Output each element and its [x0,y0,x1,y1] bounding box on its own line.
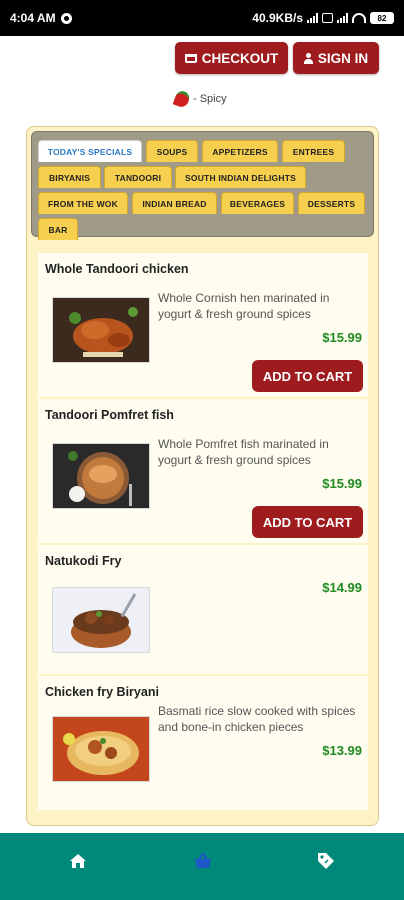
home-icon[interactable] [68,851,88,871]
status-time: 4:04 AM [10,11,56,25]
signal-icon [307,13,318,23]
battery-level: 82 [377,13,387,23]
tab-soups[interactable]: SOUPS [146,140,198,162]
signal-strength-icon [337,13,348,23]
menu-item-list: Whole Tandoori chicken Whole Cornish hen… [38,253,368,812]
tab-tandoori[interactable]: TANDOORI [104,166,172,188]
network-speed: 40.9KB/s [252,11,303,25]
pomfret-fish-image [52,443,150,509]
menu-item: Tandoori Pomfret fish Whole Pomfret fish… [38,399,368,545]
checkout-button[interactable]: CHECKOUT [175,42,288,74]
category-tabs: TODAY'S SPECIALS SOUPS APPETIZERS ENTREE… [31,131,374,240]
user-icon [303,52,313,64]
tandoori-chicken-image [52,297,150,363]
menu-item: Chicken fry Biryani Basmati rice slow co… [38,676,368,812]
tab-appetizers[interactable]: APPETIZERS [202,140,278,162]
tab-entrees[interactable]: ENTREES [282,140,345,162]
status-bar: 4:04 AM 40.9KB/s 82 [0,0,404,36]
item-price: $14.99 [322,580,362,595]
item-price: $13.99 [322,743,362,758]
tab-biryanis[interactable]: BIRYANIS [38,166,101,188]
menu-panel: TODAY'S SPECIALS SOUPS APPETIZERS ENTREE… [26,126,379,826]
tab-from-the-wok[interactable]: FROM THE WOK [38,192,128,214]
chicken-biryani-image [52,716,150,782]
add-to-cart-button[interactable]: ADD TO CART [252,506,363,538]
battery-icon: 82 [370,12,394,24]
tab-indian-bread[interactable]: INDIAN BREAD [132,192,217,214]
item-name: Natukodi Fry [45,554,122,568]
tab-bar[interactable]: BAR [38,218,78,240]
item-price: $15.99 [322,476,362,491]
tag-icon[interactable] [316,851,336,871]
menu-item: Natukodi Fry $14.99 [38,545,368,676]
tab-desserts[interactable]: DESSERTS [298,192,365,214]
cart-icon [184,53,197,63]
natukodi-fry-image [52,587,150,653]
volte-icon [322,13,333,23]
tab-beverages[interactable]: BEVERAGES [221,192,294,214]
item-name: Chicken fry Biryani [45,685,159,699]
item-description: Whole Pomfret fish marinated in yogurt &… [158,437,329,467]
settings-gear-icon [60,12,72,24]
sign-in-label: SIGN IN [317,50,369,66]
chili-pepper-icon [172,89,192,109]
basket-icon[interactable] [193,851,213,871]
menu-item: Whole Tandoori chicken Whole Cornish hen… [38,253,368,399]
item-name: Tandoori Pomfret fish [45,408,174,422]
item-description: Basmati rice slow cooked with spices and… [158,704,356,734]
checkout-label: CHECKOUT [201,50,279,66]
item-name: Whole Tandoori chicken [45,262,189,276]
bottom-navigation [0,833,404,900]
wifi-icon [352,13,366,23]
item-price: $15.99 [322,330,362,345]
spicy-legend: - Spicy [172,89,227,109]
add-to-cart-button[interactable]: ADD TO CART [252,360,363,392]
tab-todays-specials[interactable]: TODAY'S SPECIALS [38,140,142,162]
item-description: Whole Cornish hen marinated in yogurt & … [158,291,330,321]
spicy-legend-label: - Spicy [193,93,227,105]
sign-in-button[interactable]: SIGN IN [293,42,379,74]
tab-south-indian-delights[interactable]: SOUTH INDIAN DELIGHTS [175,166,306,188]
